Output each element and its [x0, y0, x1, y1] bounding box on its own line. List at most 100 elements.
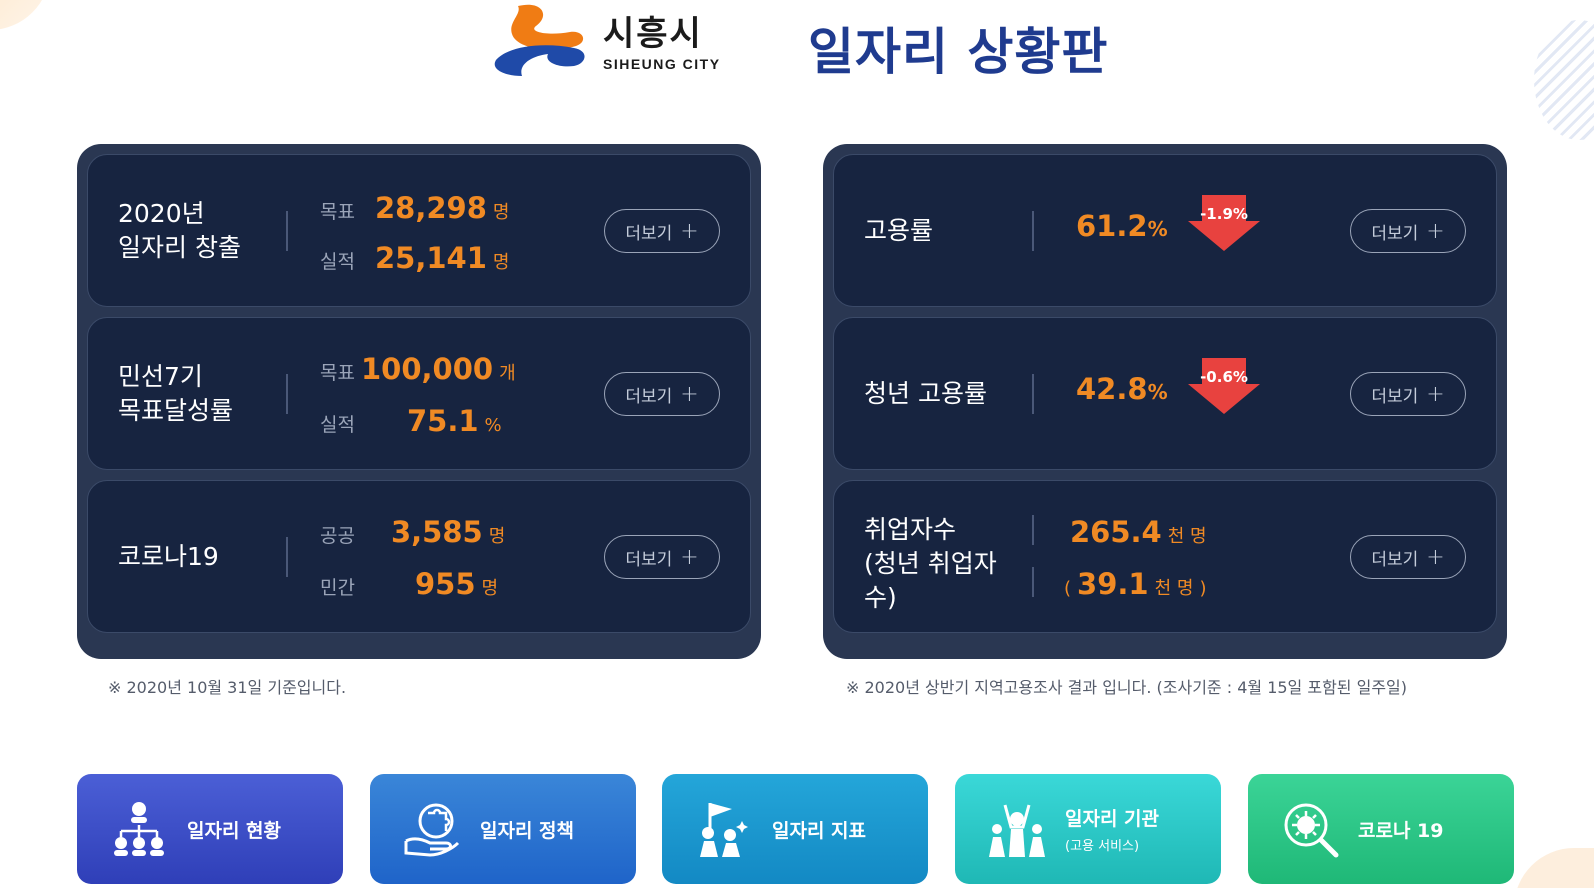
nav-sublabel: (고용 서비스) [1065, 839, 1140, 854]
value-unit: % [1147, 217, 1168, 241]
nav-job-indicator-button[interactable]: 일자리 지표 [662, 774, 928, 884]
private-label: 민간 [320, 577, 355, 599]
target-value: 28,298 [374, 191, 487, 225]
cheering-people-icon [989, 804, 1045, 857]
plus-icon: + [680, 218, 699, 244]
plus-icon: + [1426, 218, 1445, 244]
actual-value: 25,141 [374, 241, 487, 275]
siheung-logo[interactable]: 시흥시 SIHEUNG CITY [488, 2, 758, 78]
target-row: 목표 100,000 개 [320, 352, 516, 386]
page-title: 일자리 상황판 [808, 23, 1109, 81]
youth-employed-unit: 천 명 [1154, 578, 1194, 599]
more-button[interactable]: 더보기 + [604, 372, 720, 416]
target-row: 목표 28,298 명 [320, 191, 509, 225]
more-button-label: 더보기 [1371, 549, 1419, 570]
actual-unit: 명 [492, 252, 510, 273]
target-label: 목표 [320, 362, 355, 384]
card-title-line: 코로나19 [118, 542, 219, 571]
left-note: ※ 2020년 10월 31일 기준입니다. [108, 678, 347, 697]
card-title-line: 수) [864, 583, 897, 612]
nav-job-status-button[interactable]: 일자리 현황 [77, 774, 343, 884]
paren-open: ( [1064, 578, 1072, 599]
more-button-label: 더보기 [625, 386, 673, 407]
target-value: 100,000 [360, 352, 494, 386]
plus-icon: + [1426, 544, 1445, 570]
divider [1032, 211, 1034, 251]
employed-value: 265.4 [1070, 515, 1162, 549]
card-title-line: 2020년 [118, 199, 205, 228]
actual-value: 75.1 [406, 404, 479, 438]
card-title: 코로나19 [118, 540, 219, 574]
more-button-label: 더보기 [625, 549, 673, 570]
right-note: ※ 2020년 상반기 지역고용조사 결과 입니다. (조사기준 : 4월 15… [846, 678, 1408, 697]
nav-covid19-button[interactable]: 코로나 19 [1248, 774, 1514, 884]
plus-icon: + [680, 544, 699, 570]
left-panel: 2020년 일자리 창출 목표 28,298 명 실적 25,141 명 더보기… [77, 144, 761, 659]
logo-english: SIHEUNG CITY [603, 56, 721, 72]
down-arrow-icon: -1.9% [1188, 195, 1264, 253]
employed-unit: 천 명 [1167, 526, 1207, 547]
divider [1032, 515, 1034, 545]
actual-row: 실적 75.1 % [320, 404, 502, 438]
target-label: 목표 [320, 201, 355, 223]
youth-employed-value: 39.1 [1077, 567, 1149, 601]
more-button[interactable]: 더보기 + [1350, 535, 1466, 579]
header: 시흥시 SIHEUNG CITY 일자리 상황판 [0, 0, 1594, 110]
more-button[interactable]: 더보기 + [1350, 372, 1466, 416]
actual-label: 실적 [320, 251, 355, 273]
decor-corner-bottom-right [1514, 848, 1594, 888]
puzzle-hand-icon [404, 803, 460, 857]
card-covid19: 코로나19 공공 3,585 명 민간 955 명 더보기 + [87, 480, 751, 633]
card-title-line: 취업자수 [864, 515, 957, 544]
actual-unit: % [484, 415, 502, 436]
private-value: 955 [414, 567, 476, 601]
dashboard-page: 시흥시 SIHEUNG CITY 일자리 상황판 2020년 일자리 창출 목표… [0, 0, 1594, 888]
plus-icon: + [680, 381, 699, 407]
more-button[interactable]: 더보기 + [604, 209, 720, 253]
plus-icon: + [1426, 381, 1445, 407]
change-label: -0.6% [1200, 368, 1248, 386]
public-label: 공공 [320, 525, 355, 547]
divider [286, 211, 288, 251]
nav-label: 일자리 지표 [772, 819, 867, 842]
target-unit: 개 [499, 363, 516, 384]
card-title-line: 민선7기 [118, 362, 203, 391]
value-unit: % [1147, 380, 1168, 404]
card-employed-count: 취업자수 (청년 취업자 수) 265.4 천 명 ( 39.1 천 명 ) 더… [833, 480, 1497, 633]
public-unit: 명 [488, 526, 506, 547]
down-arrow-icon: -0.6% [1188, 358, 1264, 416]
more-button-label: 더보기 [1371, 386, 1419, 407]
organization-chart-icon [114, 802, 164, 856]
youth-employed-row: ( 39.1 천 명 ) [1064, 567, 1206, 601]
nav-job-agency-button[interactable]: 일자리 기관 (고용 서비스) [955, 774, 1221, 884]
nav-job-policy-button[interactable]: 일자리 정책 [370, 774, 636, 884]
divider [1032, 374, 1034, 414]
more-button[interactable]: 더보기 + [604, 535, 720, 579]
card-title: 고용률 [864, 216, 934, 245]
card-title: 취업자수 (청년 취업자 수) [864, 513, 997, 615]
actual-label: 실적 [320, 414, 355, 436]
youth-rate-value: 42.8% [1076, 372, 1168, 406]
card-title: 민선7기 목표달성률 [118, 360, 233, 428]
right-panel: 고용률 61.2% -1.9% 더보기 + 청년 고용률 42.8% -0.6%… [823, 144, 1507, 659]
paren-close: ) [1199, 578, 1207, 599]
card-title-line: (청년 취업자 [864, 549, 997, 578]
logo-text: 시흥시 SIHEUNG CITY [603, 14, 721, 72]
employment-rate-value: 61.2% [1076, 209, 1168, 243]
siheung-logo-icon [494, 4, 585, 76]
card-title: 청년 고용률 [864, 379, 987, 408]
change-label: -1.9% [1200, 205, 1248, 223]
logo-korean: 시흥시 [603, 14, 703, 54]
nav-label: 일자리 기관 [1065, 808, 1160, 830]
nav-label: 일자리 정책 [480, 819, 575, 842]
actual-row: 실적 25,141 명 [320, 241, 509, 275]
virus-magnifier-icon [1284, 803, 1339, 858]
employed-row: 265.4 천 명 [1070, 515, 1207, 549]
more-button-label: 더보기 [625, 223, 673, 244]
value-number: 42.8 [1076, 372, 1148, 406]
more-button-label: 더보기 [1371, 223, 1419, 244]
more-button[interactable]: 더보기 + [1350, 209, 1466, 253]
flag-team-icon [700, 803, 748, 857]
public-value: 3,585 [390, 515, 483, 549]
target-unit: 명 [492, 202, 510, 223]
